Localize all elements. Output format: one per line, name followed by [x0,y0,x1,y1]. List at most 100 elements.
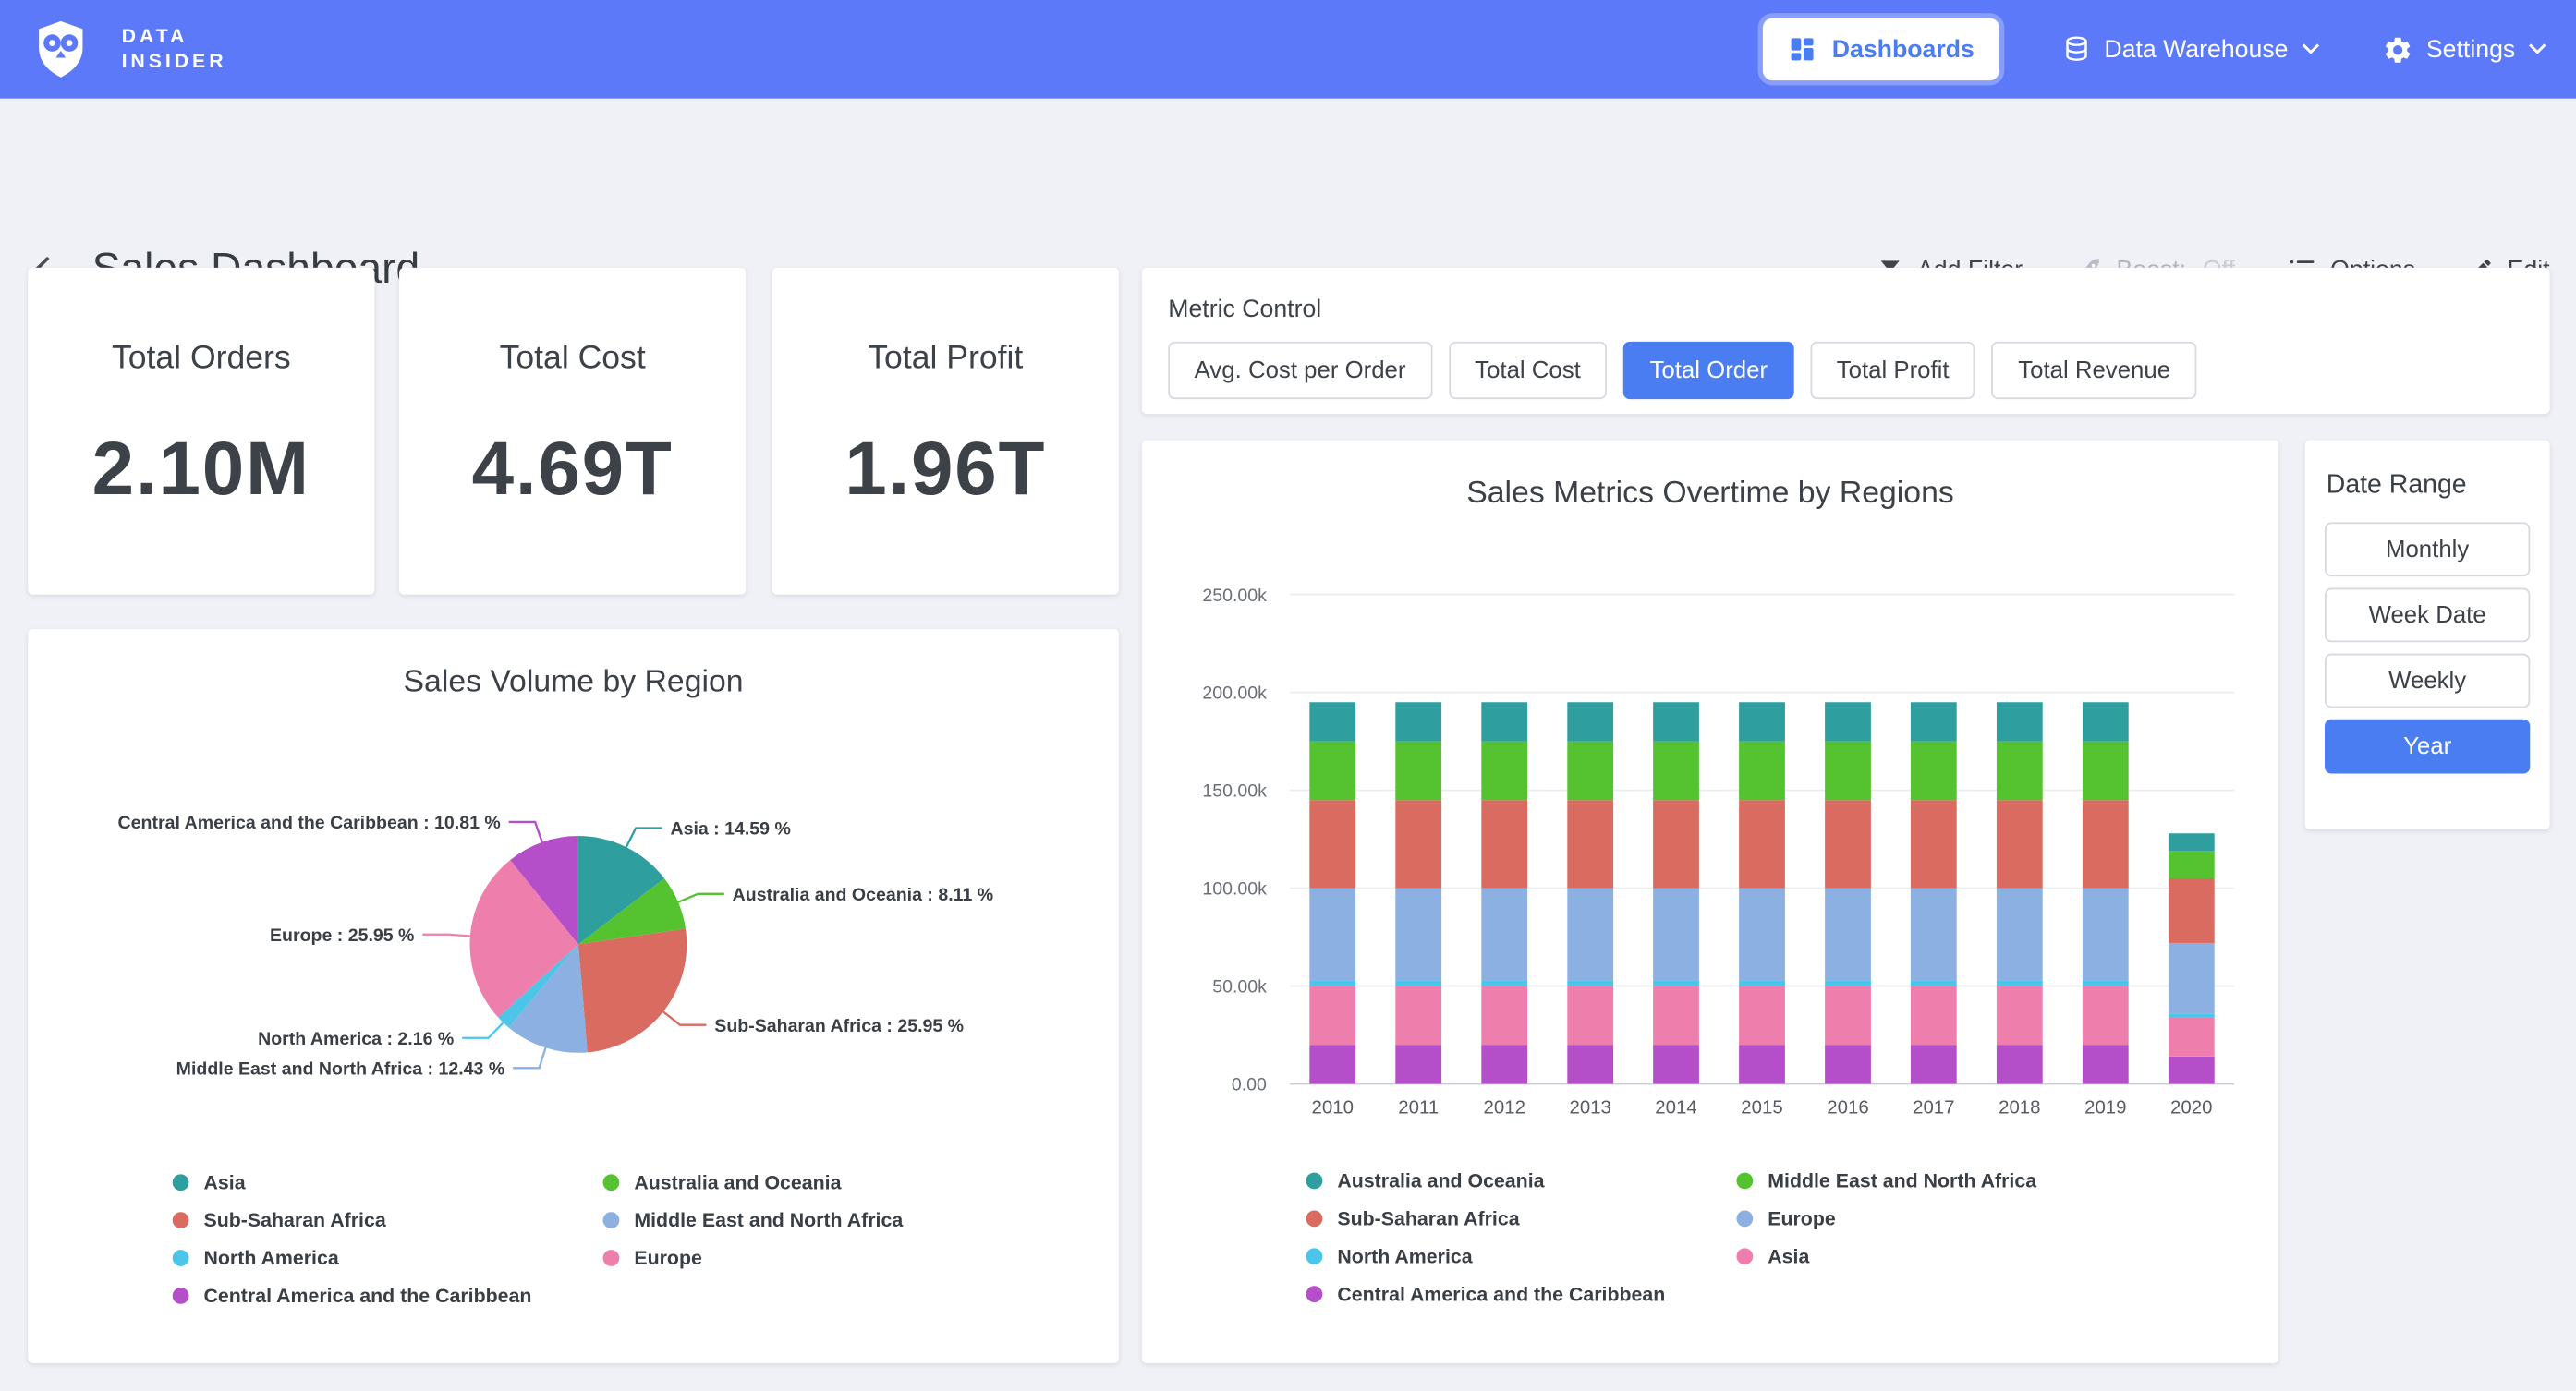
bar-segment-north-america[interactable] [1653,980,1699,986]
bar-segment-central-america-and-the-caribbean[interactable] [2169,1057,2215,1084]
bar-segment-australia-and-oceania[interactable] [1309,702,1355,741]
legend-item-middle-east-and-north-africa[interactable]: Middle East and North Africa [1736,1169,2036,1192]
legend-item-middle-east-and-north-africa[interactable]: Middle East and North Africa [603,1209,904,1232]
bar-segment-australia-and-oceania[interactable] [1825,702,1871,741]
bar-segment-north-america[interactable] [1997,980,2043,986]
bar-segment-sub-saharan-africa[interactable] [1997,800,2043,888]
legend-item-central-america-and-the-caribbean[interactable]: Central America and the Caribbean [173,1284,603,1307]
bar-segment-north-america[interactable] [2083,980,2129,986]
bar-segment-central-america-and-the-caribbean[interactable] [1825,1045,1871,1083]
legend-item-north-america[interactable]: North America [1306,1245,1737,1268]
date-range-button-monthly[interactable]: Monthly [2325,522,2530,576]
metric-button-total-order[interactable]: Total Order [1623,342,1793,399]
bar-segment-australia-and-oceania[interactable] [1653,702,1699,741]
bar-segment-asia[interactable] [1395,986,1441,1046]
bar-segment-middle-east-and-north-africa[interactable] [1395,742,1441,801]
bar-segment-europe[interactable] [2169,943,2215,1013]
bar-segment-middle-east-and-north-africa[interactable] [1739,742,1785,801]
bar-segment-sub-saharan-africa[interactable] [1911,800,1957,888]
bar-segment-asia[interactable] [2169,1017,2215,1056]
bar-segment-australia-and-oceania[interactable] [1395,702,1441,741]
legend-item-asia[interactable]: Asia [1736,1245,2036,1268]
bar-segment-central-america-and-the-caribbean[interactable] [1997,1045,2043,1083]
date-range-button-weekly[interactable]: Weekly [2325,654,2530,708]
bar-segment-australia-and-oceania[interactable] [1567,702,1613,741]
bar-segment-europe[interactable] [1395,889,1441,981]
metric-button-total-cost[interactable]: Total Cost [1449,342,1608,399]
bar-segment-australia-and-oceania[interactable] [1911,702,1957,741]
nav-data-warehouse-button[interactable]: Data Warehouse [2061,34,2319,64]
bar-segment-europe[interactable] [1481,889,1527,981]
bar-segment-asia[interactable] [1481,986,1527,1046]
bar-segment-sub-saharan-africa[interactable] [2169,878,2215,943]
nav-settings-button[interactable]: Settings [2382,33,2546,65]
bar-segment-middle-east-and-north-africa[interactable] [1567,742,1613,801]
bar-segment-australia-and-oceania[interactable] [2083,702,2129,741]
legend-item-europe[interactable]: Europe [1736,1207,2036,1230]
metric-button-total-profit[interactable]: Total Profit [1810,342,1975,399]
bar-segment-asia[interactable] [1567,986,1613,1046]
legend-item-europe[interactable]: Europe [603,1247,904,1270]
bar-segment-north-america[interactable] [1309,980,1355,986]
bar-segment-sub-saharan-africa[interactable] [1653,800,1699,888]
bar-segment-central-america-and-the-caribbean[interactable] [1911,1045,1957,1083]
bar-segment-sub-saharan-africa[interactable] [1825,800,1871,888]
bar-segment-europe[interactable] [1997,889,2043,981]
bar-segment-sub-saharan-africa[interactable] [1309,800,1355,888]
legend-item-central-america-and-the-caribbean[interactable]: Central America and the Caribbean [1306,1283,1737,1306]
bar-segment-middle-east-and-north-africa[interactable] [1997,742,2043,801]
bar-segment-sub-saharan-africa[interactable] [1481,800,1527,888]
bar-segment-asia[interactable] [1997,986,2043,1046]
bar-segment-australia-and-oceania[interactable] [1997,702,2043,741]
bar-segment-asia[interactable] [1911,986,1957,1046]
legend-item-australia-and-oceania[interactable]: Australia and Oceania [1306,1169,1737,1192]
bar-segment-north-america[interactable] [1481,980,1527,986]
bar-segment-central-america-and-the-caribbean[interactable] [1309,1045,1355,1083]
bar-segment-asia[interactable] [2083,986,2129,1046]
legend-item-asia[interactable]: Asia [173,1171,603,1194]
bar-segment-middle-east-and-north-africa[interactable] [1911,742,1957,801]
bar-segment-europe[interactable] [1911,889,1957,981]
bar-segment-central-america-and-the-caribbean[interactable] [1395,1045,1441,1083]
bar-segment-central-america-and-the-caribbean[interactable] [1653,1045,1699,1083]
bar-segment-central-america-and-the-caribbean[interactable] [1481,1045,1527,1083]
legend-item-australia-and-oceania[interactable]: Australia and Oceania [603,1171,904,1194]
nav-dashboards-button[interactable]: Dashboards [1763,18,1999,81]
bar-segment-central-america-and-the-caribbean[interactable] [1567,1045,1613,1083]
bar-segment-europe[interactable] [1653,889,1699,981]
date-range-button-week-date[interactable]: Week Date [2325,588,2530,643]
bar-segment-middle-east-and-north-africa[interactable] [2083,742,2129,801]
bar-segment-middle-east-and-north-africa[interactable] [2169,851,2215,878]
bar-segment-north-america[interactable] [1911,980,1957,986]
bar-segment-central-america-and-the-caribbean[interactable] [2083,1045,2129,1083]
bar-segment-middle-east-and-north-africa[interactable] [1653,742,1699,801]
bar-segment-north-america[interactable] [2169,1013,2215,1017]
bar-segment-middle-east-and-north-africa[interactable] [1825,742,1871,801]
bar-segment-north-america[interactable] [1567,980,1613,986]
bar-segment-asia[interactable] [1739,986,1785,1046]
metric-button-total-revenue[interactable]: Total Revenue [1992,342,2197,399]
bar-segment-north-america[interactable] [1739,980,1785,986]
bar-segment-asia[interactable] [1653,986,1699,1046]
bar-segment-north-america[interactable] [1825,980,1871,986]
bar-segment-central-america-and-the-caribbean[interactable] [1739,1045,1785,1083]
legend-item-north-america[interactable]: North America [173,1247,603,1270]
bar-segment-sub-saharan-africa[interactable] [1739,800,1785,888]
legend-item-sub-saharan-africa[interactable]: Sub-Saharan Africa [1306,1207,1737,1230]
bar-segment-asia[interactable] [1309,986,1355,1046]
bar-segment-middle-east-and-north-africa[interactable] [1309,742,1355,801]
bar-segment-europe[interactable] [1825,889,1871,981]
bar-segment-europe[interactable] [1567,889,1613,981]
bar-segment-australia-and-oceania[interactable] [2169,833,2215,851]
bar-segment-australia-and-oceania[interactable] [1739,702,1785,741]
date-range-button-year[interactable]: Year [2325,720,2530,774]
bar-segment-sub-saharan-africa[interactable] [1395,800,1441,888]
pie-slice-sub-saharan-africa[interactable] [578,929,687,1053]
legend-item-sub-saharan-africa[interactable]: Sub-Saharan Africa [173,1209,603,1232]
bar-segment-europe[interactable] [1309,889,1355,981]
bar-segment-asia[interactable] [1825,986,1871,1046]
bar-segment-europe[interactable] [1739,889,1785,981]
bar-segment-sub-saharan-africa[interactable] [1567,800,1613,888]
bar-segment-north-america[interactable] [1395,980,1441,986]
bar-segment-europe[interactable] [2083,889,2129,981]
